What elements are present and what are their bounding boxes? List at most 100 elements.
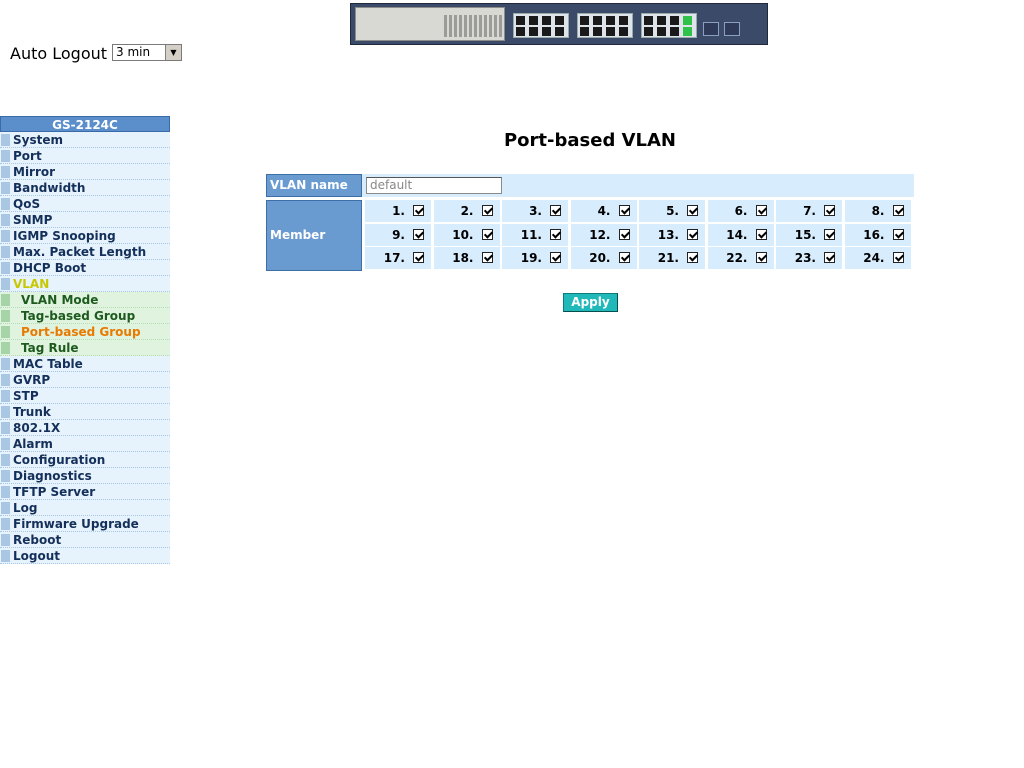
member-port-11: 11. — [502, 223, 568, 246]
sidebar-item-stp[interactable]: STP — [0, 388, 170, 404]
port-number-label: 15. — [794, 227, 816, 242]
menu-bullet-icon — [1, 198, 10, 210]
port-18-checkbox[interactable] — [481, 252, 493, 263]
member-label: Member — [266, 200, 362, 271]
sfp-port-1 — [703, 22, 719, 36]
member-port-15: 15. — [776, 223, 842, 246]
port-number-label: 7. — [803, 204, 816, 218]
sidebar-item-max-packet-length[interactable]: Max. Packet Length — [0, 244, 170, 260]
menu-bullet-icon — [1, 406, 10, 418]
port-20-checkbox[interactable] — [618, 252, 630, 263]
menu-bullet-icon — [1, 470, 10, 482]
sidebar-item-firmware-upgrade[interactable]: Firmware Upgrade — [0, 516, 170, 532]
port-24-checkbox[interactable] — [892, 252, 904, 263]
sidebar-subitem-port-based-group[interactable]: Port-based Group — [0, 324, 170, 340]
port-22-checkbox[interactable] — [755, 252, 767, 263]
sidebar-item-logout[interactable]: Logout — [0, 548, 170, 564]
sidebar-item-port[interactable]: Port — [0, 148, 170, 164]
sidebar-subitem-tag-based-group[interactable]: Tag-based Group — [0, 308, 170, 324]
sidebar-item-mirror[interactable]: Mirror — [0, 164, 170, 180]
port-number-label: 22. — [726, 251, 748, 265]
port-number-label: 2. — [460, 204, 474, 218]
sidebar-subitem-vlan-mode[interactable]: VLAN Mode — [0, 292, 170, 308]
member-port-16: 16. — [844, 223, 911, 246]
port-number-label: 16. — [863, 227, 885, 242]
switch-label-panel — [355, 7, 505, 41]
menu-bullet-icon — [1, 230, 10, 242]
port-number-label: 24. — [863, 251, 885, 265]
sidebar-item-log[interactable]: Log — [0, 500, 170, 516]
member-port-grid: 1. 2. 3. 4. 5. 6. 7. 8. 9. 10. 11. 12. 13. 14. 15. 16. 1… — [365, 200, 914, 271]
port-2-checkbox[interactable] — [481, 205, 493, 216]
member-port-22: 22. — [707, 247, 774, 269]
sidebar-item-vlan[interactable]: VLAN — [0, 276, 170, 292]
port-14-checkbox[interactable] — [755, 228, 767, 240]
sidebar-item-gvrp[interactable]: GVRP — [0, 372, 170, 388]
member-port-13: 13. — [639, 223, 705, 246]
port-number-label: 18. — [452, 251, 474, 265]
port-number-label: 6. — [734, 204, 748, 218]
sidebar-item-system[interactable]: System — [0, 132, 170, 148]
sidebar-item-mac-table[interactable]: MAC Table — [0, 356, 170, 372]
sidebar-item-8021x[interactable]: 802.1X — [0, 420, 170, 436]
sidebar-item-configuration[interactable]: Configuration — [0, 452, 170, 468]
menu-bullet-icon — [1, 454, 10, 466]
vlan-name-input[interactable]: default — [366, 177, 502, 194]
member-port-14: 14. — [707, 223, 774, 246]
sidebar-item-snmp[interactable]: SNMP — [0, 212, 170, 228]
port-4-checkbox[interactable] — [618, 205, 630, 216]
menu-bullet-icon — [1, 182, 10, 194]
port-number-label: 12. — [589, 227, 611, 242]
port-number-label: 9. — [392, 227, 405, 242]
member-port-10: 10. — [433, 223, 500, 246]
port-16-checkbox[interactable] — [892, 228, 904, 240]
menu-bullet-icon — [1, 502, 10, 514]
port-number-label: 4. — [597, 204, 611, 218]
dropdown-arrow-icon[interactable]: ▼ — [165, 45, 181, 60]
port-23-checkbox[interactable] — [824, 252, 835, 263]
menu-bullet-icon — [1, 214, 10, 226]
member-port-21: 21. — [639, 247, 705, 269]
sidebar-subitem-tag-rule[interactable]: Tag Rule — [0, 340, 170, 356]
sidebar-item-trunk[interactable]: Trunk — [0, 404, 170, 420]
auto-logout-label: Auto Logout — [10, 44, 108, 63]
sidebar-item-reboot[interactable]: Reboot — [0, 532, 170, 548]
port-group-1 — [513, 13, 569, 38]
auto-logout-selected-value: 3 min — [116, 45, 151, 59]
port-17-checkbox[interactable] — [413, 252, 424, 263]
port-1-checkbox[interactable] — [413, 205, 424, 216]
apply-button[interactable]: Apply — [563, 293, 618, 312]
port-number-label: 10. — [452, 227, 474, 242]
auto-logout-select[interactable]: 3 min ▼ — [112, 44, 182, 61]
sidebar-item-dhcp-boot[interactable]: DHCP Boot — [0, 260, 170, 276]
menu-bullet-icon — [1, 294, 10, 306]
sidebar-item-qos[interactable]: QoS — [0, 196, 170, 212]
port-7-checkbox[interactable] — [824, 205, 835, 216]
sidebar-item-alarm[interactable]: Alarm — [0, 436, 170, 452]
menu-bullet-icon — [1, 358, 10, 370]
port-3-checkbox[interactable] — [550, 205, 561, 216]
menu-bullet-icon — [1, 150, 10, 162]
port-12-checkbox[interactable] — [618, 228, 630, 240]
port-21-checkbox[interactable] — [687, 252, 698, 263]
port-13-checkbox[interactable] — [687, 228, 698, 240]
port-9-checkbox[interactable] — [413, 228, 424, 240]
port-10-checkbox[interactable] — [481, 228, 493, 240]
port-number-label: 3. — [529, 204, 542, 218]
member-port-7: 7. — [776, 200, 842, 222]
port-number-label: 8. — [871, 204, 885, 218]
port-15-checkbox[interactable] — [824, 228, 835, 240]
sidebar-item-igmp-snooping[interactable]: IGMP Snooping — [0, 228, 170, 244]
port-8-checkbox[interactable] — [892, 205, 904, 216]
port-number-label: 14. — [726, 227, 748, 242]
port-11-checkbox[interactable] — [550, 228, 561, 240]
sidebar-item-bandwidth[interactable]: Bandwidth — [0, 180, 170, 196]
vlan-name-label: VLAN name — [266, 174, 362, 197]
sidebar-menu: GS-2124C System Port Mirror Bandwidth Qo… — [0, 116, 170, 564]
port-5-checkbox[interactable] — [687, 205, 698, 216]
vlan-name-row: VLAN name default — [266, 174, 914, 197]
port-19-checkbox[interactable] — [550, 252, 561, 263]
sidebar-item-tftp-server[interactable]: TFTP Server — [0, 484, 170, 500]
port-6-checkbox[interactable] — [755, 205, 767, 216]
sidebar-item-diagnostics[interactable]: Diagnostics — [0, 468, 170, 484]
